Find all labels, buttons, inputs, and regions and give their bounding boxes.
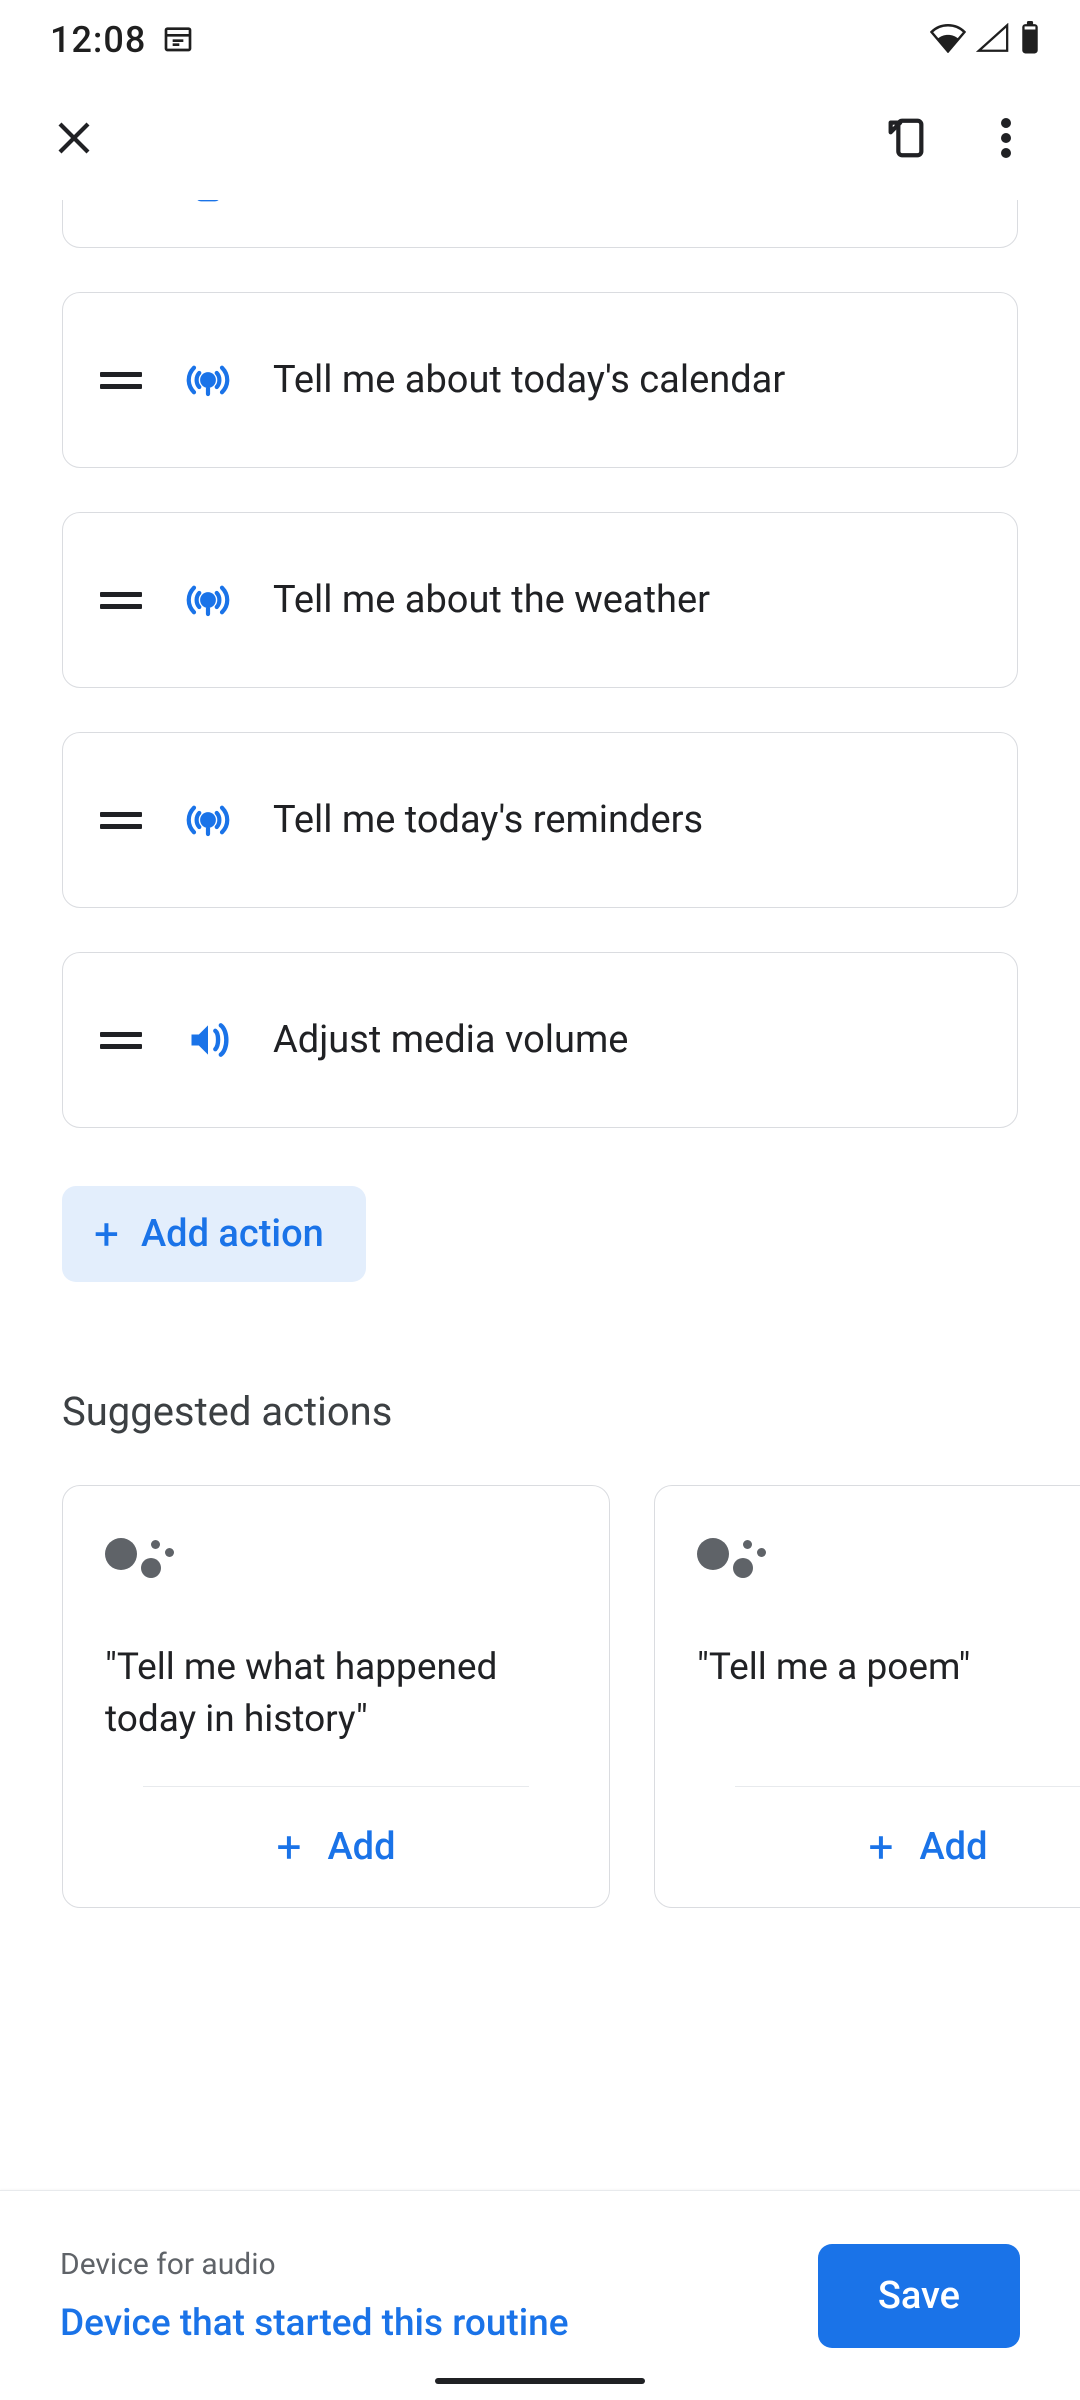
battery-icon bbox=[1020, 21, 1040, 59]
action-card[interactable]: Adjust media volume bbox=[62, 952, 1018, 1128]
suggestion-text: "Tell me a poem" bbox=[697, 1642, 1080, 1786]
action-label: Tell me about the weather bbox=[273, 578, 710, 622]
device-audio-label: Device for audio bbox=[60, 2247, 818, 2282]
broadcast-icon bbox=[179, 351, 237, 409]
action-label: Tell me about today's calendar bbox=[273, 358, 785, 402]
suggestion-card: "Tell me what happened today in history"… bbox=[62, 1485, 610, 1908]
plus-icon: + bbox=[277, 1825, 302, 1869]
calendar-day-icon bbox=[162, 22, 194, 58]
close-icon bbox=[53, 117, 95, 163]
add-action-button[interactable]: + Add action bbox=[62, 1186, 366, 1282]
action-card[interactable]: Tell me today's reminders bbox=[62, 732, 1018, 908]
drag-handle-icon[interactable] bbox=[99, 372, 143, 389]
suggestion-card: "Tell me a poem" + Add bbox=[654, 1485, 1080, 1908]
bottom-bar: Device for audio Device that started thi… bbox=[0, 2190, 1080, 2400]
home-indicator[interactable] bbox=[435, 2378, 645, 2384]
bottom-left: Device for audio Device that started thi… bbox=[60, 2247, 818, 2345]
action-card[interactable]: Adjust phone volume bbox=[62, 200, 1018, 248]
device-audio-link[interactable]: Device that started this routine bbox=[60, 2302, 818, 2345]
add-action-label: Add action bbox=[141, 1212, 324, 1256]
action-card[interactable]: Tell me about the weather bbox=[62, 512, 1018, 688]
cell-signal-icon bbox=[976, 23, 1010, 57]
overflow-menu-button[interactable] bbox=[970, 104, 1042, 176]
close-button[interactable] bbox=[38, 104, 110, 176]
suggestion-add-button[interactable]: + Add bbox=[697, 1787, 1080, 1907]
suggested-actions-title: Suggested actions bbox=[62, 1388, 1018, 1435]
save-button[interactable]: Save bbox=[818, 2244, 1020, 2348]
suggestion-add-label: Add bbox=[919, 1825, 987, 1869]
shortcut-button[interactable] bbox=[870, 104, 942, 176]
broadcast-icon bbox=[179, 571, 237, 629]
assistant-icon bbox=[105, 1534, 171, 1586]
speaker-icon bbox=[179, 1011, 237, 1069]
wifi-icon bbox=[930, 23, 966, 57]
suggested-actions-row[interactable]: "Tell me what happened today in history"… bbox=[62, 1485, 1018, 1908]
broadcast-icon bbox=[179, 791, 237, 849]
drag-handle-icon[interactable] bbox=[99, 1032, 143, 1049]
phone-volume-icon bbox=[179, 200, 237, 211]
action-label: Adjust media volume bbox=[273, 1018, 628, 1062]
app-bar bbox=[0, 80, 1080, 200]
action-label: Tell me today's reminders bbox=[273, 798, 703, 842]
suggestion-text: "Tell me what happened today in history" bbox=[105, 1642, 567, 1786]
suggestion-add-button[interactable]: + Add bbox=[105, 1787, 567, 1907]
suggestion-add-label: Add bbox=[327, 1825, 395, 1869]
content-area: Adjust phone volume Tell me about today'… bbox=[0, 200, 1080, 2190]
plus-icon: + bbox=[94, 1212, 119, 1256]
action-card[interactable]: Tell me about today's calendar bbox=[62, 292, 1018, 468]
status-left: 12:08 bbox=[50, 19, 194, 61]
status-time: 12:08 bbox=[50, 19, 146, 61]
drag-handle-icon[interactable] bbox=[99, 592, 143, 609]
more-vert-icon bbox=[1001, 117, 1011, 163]
add-to-home-icon bbox=[883, 115, 929, 165]
plus-icon: + bbox=[869, 1825, 894, 1869]
drag-handle-icon[interactable] bbox=[99, 812, 143, 829]
assistant-icon bbox=[697, 1534, 763, 1586]
save-button-label: Save bbox=[878, 2274, 960, 2318]
status-bar: 12:08 bbox=[0, 0, 1080, 80]
status-right bbox=[930, 21, 1040, 59]
